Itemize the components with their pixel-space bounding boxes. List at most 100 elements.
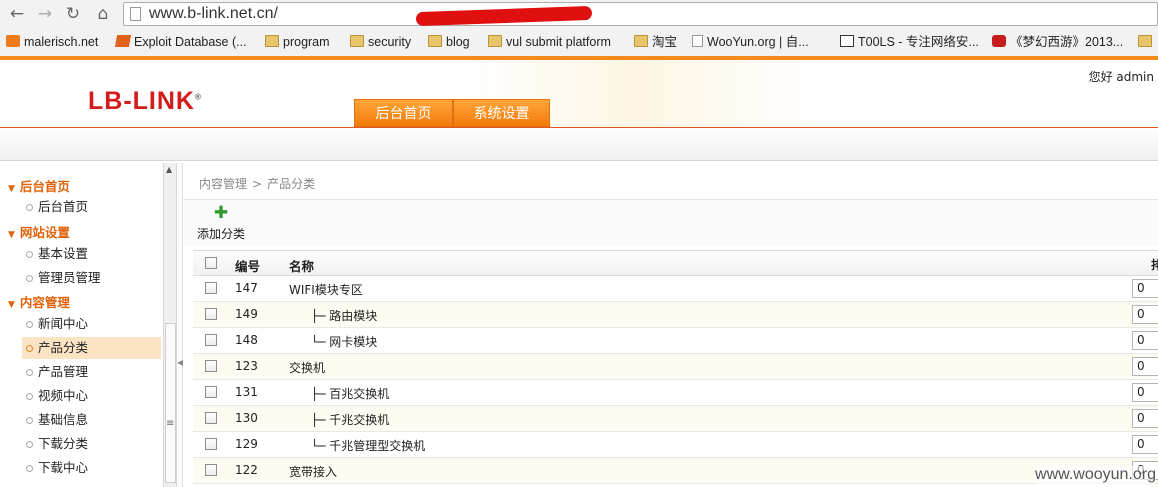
bookmark-item[interactable]: blog <box>428 32 470 52</box>
home-icon[interactable]: ⌂ <box>92 3 114 25</box>
table-row: 148 └─ 网卡模块 0 <box>193 328 1158 354</box>
sidebar-item-admin-manage[interactable]: 管理员管理 <box>22 267 161 289</box>
sub-bar <box>0 128 1158 161</box>
table-row: 149 ├─ 路由模块 0 <box>193 302 1158 328</box>
sidebar-item-basic-settings[interactable]: 基本设置 <box>22 243 161 265</box>
sidebar-item-video[interactable]: 视频中心 <box>22 385 161 407</box>
bullet-icon <box>26 275 33 282</box>
expand-triangle-icon: ▼ <box>8 184 15 194</box>
forward-arrow-icon[interactable]: → <box>34 3 56 25</box>
page-icon <box>692 35 703 47</box>
order-input[interactable]: 0 <box>1132 435 1158 454</box>
table-row: 131 ├─ 百兆交换机 0 <box>193 380 1158 406</box>
nav-tab-home[interactable]: 后台首页 <box>354 99 453 127</box>
folder-icon <box>350 35 364 47</box>
sidebar-item-basic-info[interactable]: 基础信息 <box>22 409 161 431</box>
main-content: 内容管理 > 产品分类 ✚ 添加分类 编号 名称 排 147 WIFI模块专区 0 14… <box>183 163 1158 487</box>
row-checkbox[interactable] <box>205 360 217 372</box>
nav-tab-settings[interactable]: 系统设置 <box>453 99 550 127</box>
sidebar-section-content[interactable]: ▼ 内容管理 <box>8 292 70 311</box>
folder-icon <box>265 35 279 47</box>
user-greeting: 您好 admin <box>1088 70 1154 84</box>
expand-triangle-icon: ▼ <box>8 300 15 310</box>
row-checkbox[interactable] <box>205 282 217 294</box>
bullet-icon <box>26 417 33 424</box>
add-category-button[interactable]: ✚ 添加分类 <box>195 203 247 244</box>
sidebar-item-product-manage[interactable]: 产品管理 <box>22 361 161 383</box>
table-row: 123 交换机 0 <box>193 354 1158 380</box>
grip-icon: ≡ <box>166 418 175 429</box>
bullet-icon <box>26 321 33 328</box>
sidebar: ▼ 后台首页 后台首页 ▼ 网站设置 基本设置 管理员管理 ▼ 内容管理 新闻中心 产… <box>0 163 163 487</box>
breadcrumb: 内容管理 > 产品分类 <box>199 177 316 191</box>
sidebar-item-product-category[interactable]: 产品分类 <box>22 337 161 359</box>
plus-icon: ✚ <box>213 203 229 223</box>
row-checkbox[interactable] <box>205 438 217 450</box>
column-header-order: 排 <box>1151 258 1158 272</box>
lb-link-logo: LB-LINK® <box>88 87 202 115</box>
bullet-icon <box>26 251 33 258</box>
order-input[interactable]: 0 <box>1132 331 1158 350</box>
row-checkbox[interactable] <box>205 334 217 346</box>
scrollbar-thumb[interactable] <box>165 323 176 483</box>
site-header: LB-LINK® 您好 admin 后台首页 系统设置 <box>0 60 1158 128</box>
folder-icon <box>428 35 442 47</box>
sidebar-item-download-center[interactable]: 下载中心 <box>22 457 161 479</box>
bookmark-item[interactable]: Exploit Database (... <box>114 32 247 52</box>
row-checkbox[interactable] <box>205 308 217 320</box>
column-header-id: 编号 <box>235 259 261 274</box>
scroll-up-arrow-icon[interactable]: ▲ <box>166 165 172 174</box>
bookmark-item[interactable]: WooYun.org | 自... <box>692 32 809 52</box>
url-text: www.b-link.net.cn/ <box>149 5 278 22</box>
reload-icon[interactable]: ↻ <box>62 3 84 25</box>
exploit-db-icon <box>114 35 132 47</box>
bookmark-item[interactable]: vul submit platform <box>488 32 611 52</box>
sidebar-item-download-category[interactable]: 下载分类 <box>22 433 161 455</box>
bullet-icon <box>26 441 33 448</box>
address-bar[interactable]: www.b-link.net.cn/ <box>123 2 1158 27</box>
table-row: 122宽带接入0 <box>193 458 1158 484</box>
folder-icon <box>1138 35 1152 47</box>
table-header: 编号 名称 排 <box>193 250 1158 276</box>
sidebar-item-news[interactable]: 新闻中心 <box>22 313 161 335</box>
bookmark-item[interactable]: malerisch.net <box>6 32 98 52</box>
bullet-icon <box>26 204 33 211</box>
bookmark-item[interactable]: program <box>265 32 330 52</box>
bookmark-item[interactable]: security <box>350 32 411 52</box>
order-input[interactable]: 0 <box>1132 357 1158 376</box>
tools-icon <box>840 35 854 47</box>
select-all-checkbox[interactable] <box>205 257 217 269</box>
sidebar-section-home[interactable]: ▼ 后台首页 <box>8 176 70 195</box>
order-input[interactable]: 0 <box>1132 279 1158 298</box>
column-header-name: 名称 <box>289 259 315 274</box>
row-checkbox[interactable] <box>205 464 217 476</box>
page-icon <box>130 7 141 21</box>
folder-icon <box>634 35 648 47</box>
order-input[interactable]: 0 <box>1132 305 1158 324</box>
sidebar-scrollbar[interactable]: ▲ ≡ <box>163 163 177 487</box>
bullet-icon <box>26 345 33 352</box>
order-input[interactable]: 0 <box>1132 409 1158 428</box>
bullet-icon <box>26 465 33 472</box>
redaction-scribble <box>415 5 593 27</box>
bullet-icon <box>26 393 33 400</box>
row-checkbox[interactable] <box>205 386 217 398</box>
sidebar-section-site-settings[interactable]: ▼ 网站设置 <box>8 222 70 241</box>
bookmark-item[interactable]: 淘宝 <box>634 32 677 52</box>
blogger-icon <box>6 35 20 47</box>
wooyun-watermark: www.wooyun.org <box>1035 466 1156 484</box>
bookmark-item[interactable]: T00LS - 专注网络安... <box>840 32 979 52</box>
table-row: 130 ├─ 千兆交换机 0 <box>193 406 1158 432</box>
sidebar-item-home[interactable]: 后台首页 <box>22 196 161 218</box>
row-checkbox[interactable] <box>205 412 217 424</box>
table-row: 147 WIFI模块专区 0 <box>193 276 1158 302</box>
browser-chrome: ← → ↻ ⌂ www.b-link.net.cn/ malerisch.net… <box>0 0 1158 58</box>
bookmark-item[interactable] <box>1138 32 1156 52</box>
toolbar: ✚ 添加分类 <box>183 199 1158 246</box>
game-icon <box>992 35 1006 47</box>
back-arrow-icon[interactable]: ← <box>6 3 28 25</box>
folder-icon <box>488 35 502 47</box>
bookmark-item[interactable]: 《梦幻西游》2013... <box>992 32 1123 52</box>
order-input[interactable]: 0 <box>1132 383 1158 402</box>
table-row: 129 └─ 千兆管理型交换机 0 <box>193 432 1158 458</box>
